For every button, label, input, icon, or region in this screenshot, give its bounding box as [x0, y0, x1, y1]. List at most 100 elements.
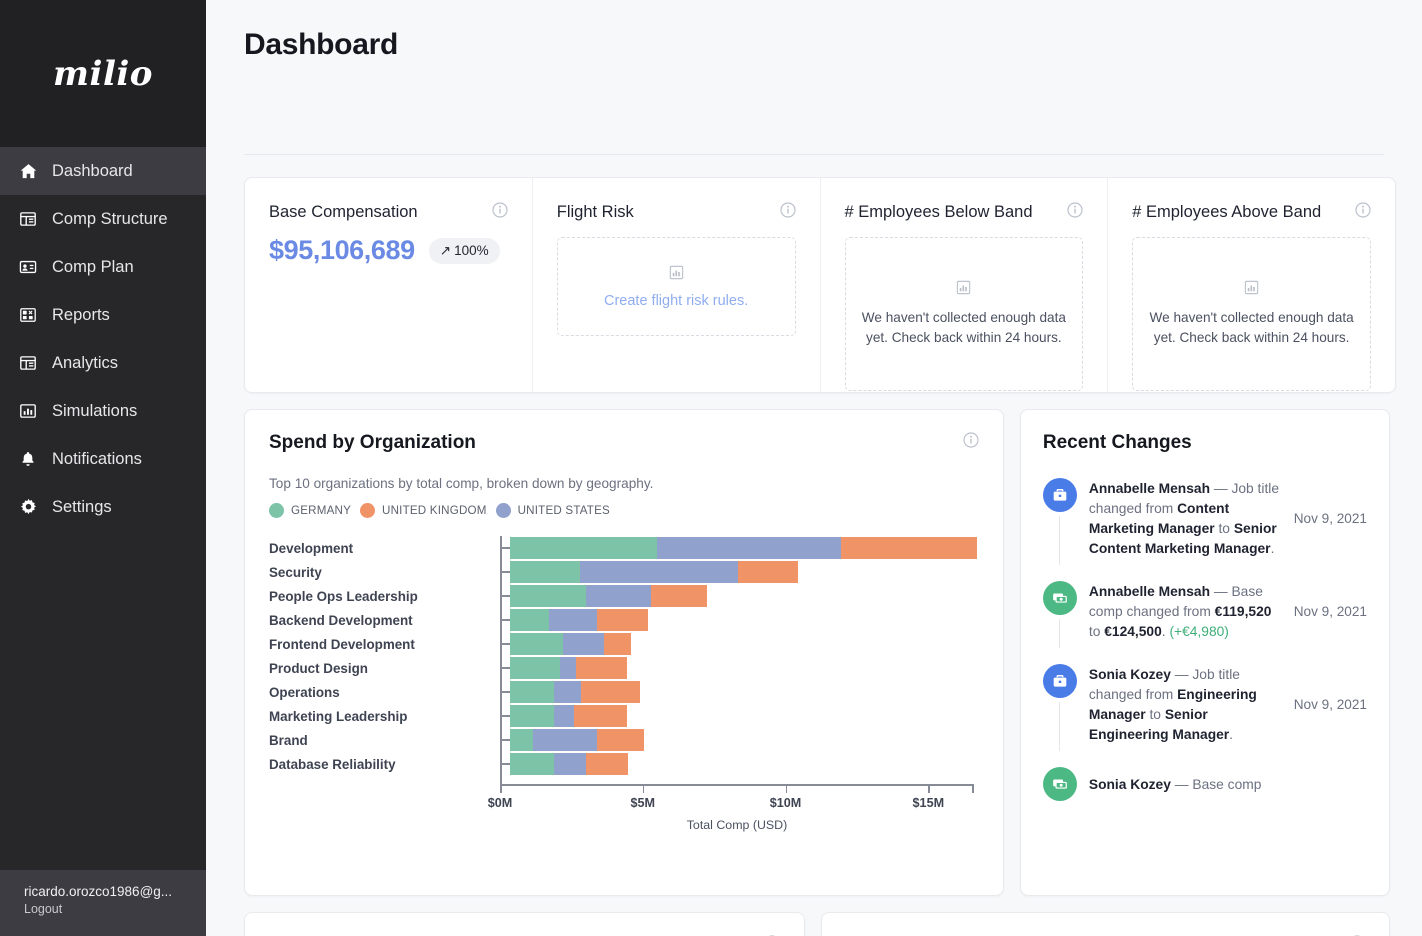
y-axis-tick — [501, 691, 510, 693]
sidebar-item-dashboard[interactable]: Dashboard — [0, 147, 206, 195]
recent-change-item[interactable]: Sonia Kozey — Base comp — [1042, 767, 1367, 823]
sidebar-item-label: Comp Structure — [52, 209, 168, 228]
bar-segment-united-states[interactable] — [548, 609, 598, 631]
legend-item-germany[interactable]: GERMANY — [269, 503, 351, 518]
chart-y-axis-line — [500, 536, 502, 784]
chart-bar-row[interactable]: Brand — [269, 728, 989, 752]
bar-segment-united-states[interactable] — [657, 537, 842, 559]
chart-bar — [510, 753, 989, 775]
kpi-card-flight-risk: Flight Risk Create flight risk rules. — [533, 178, 821, 392]
sidebar-item-analytics[interactable]: Analytics — [0, 339, 206, 387]
chart-bar-row[interactable]: Security — [269, 560, 989, 584]
sidebar-item-label: Settings — [52, 497, 112, 516]
y-axis-tick — [501, 619, 510, 621]
recent-change-text: Sonia Kozey — Base comp — [1089, 774, 1357, 795]
legend-color-swatch — [269, 503, 284, 518]
x-axis-tick — [642, 785, 645, 793]
bar-segment-germany[interactable] — [510, 561, 580, 583]
recent-change-icon-col — [1042, 478, 1077, 565]
bar-segment-germany[interactable] — [510, 609, 549, 631]
chart-bar-row[interactable]: Operations — [269, 680, 989, 704]
info-icon[interactable] — [779, 202, 796, 223]
info-icon[interactable] — [492, 202, 508, 223]
bar-segment-germany[interactable] — [510, 681, 555, 703]
bar-segment-united-states[interactable] — [562, 633, 605, 655]
bar-segment-united-states[interactable] — [554, 753, 586, 775]
bar-segment-united-states[interactable] — [559, 657, 576, 679]
main-content: Dashboard Base Compensation $95,106,689 ↗ 1… — [206, 0, 1422, 936]
kpi-delta-value: 100% — [454, 243, 489, 258]
recent-change-text: Annabelle Mensah — Base comp changed fro… — [1089, 581, 1284, 642]
kpi-title: Flight Risk — [556, 203, 634, 221]
bar-segment-united-kingdom[interactable] — [604, 633, 632, 655]
logout-link[interactable]: Logout — [24, 901, 188, 918]
recent-change-person: Sonia Kozey — [1088, 776, 1171, 792]
reports-grid-icon — [18, 305, 38, 325]
bar-segment-germany[interactable] — [510, 537, 658, 559]
sidebar-item-reports[interactable]: Reports — [0, 291, 206, 339]
bar-segment-united-states[interactable] — [554, 705, 575, 727]
kpi-value-row: $95,106,689 ↗ 100% — [269, 235, 508, 266]
sidebar-item-comp-plan[interactable]: Comp Plan — [0, 243, 206, 291]
chart-bar — [510, 609, 989, 631]
chart-bar-row[interactable]: Product Design — [269, 656, 989, 680]
create-flight-risk-rules-link[interactable]: Create flight risk rules. — [604, 293, 748, 309]
bar-segment-united-states[interactable] — [585, 585, 652, 607]
bar-segment-united-states[interactable] — [554, 681, 582, 703]
spend-bar-chart: Development Security People Ops Leadership… — [269, 536, 979, 836]
legend-item-united-kingdom[interactable]: UNITED KINGDOM — [360, 503, 487, 518]
bar-segment-united-kingdom[interactable] — [597, 729, 645, 751]
app-logo[interactable]: milio — [53, 54, 153, 94]
bar-segment-united-kingdom[interactable] — [574, 705, 628, 727]
info-icon[interactable] — [1067, 202, 1083, 223]
bar-segment-germany[interactable] — [510, 657, 560, 679]
sidebar-item-settings[interactable]: Settings — [0, 483, 206, 531]
recent-change-dash: — — [1170, 776, 1193, 792]
chart-category-label: Marketing Leadership — [269, 708, 408, 724]
info-icon[interactable] — [1355, 202, 1371, 223]
recent-change-icon-col — [1042, 581, 1077, 648]
chart-bar-row[interactable]: Marketing Leadership — [269, 704, 989, 728]
chart-bar-row[interactable]: Development — [269, 536, 989, 560]
recent-change-item[interactable]: Annabelle Mensah — Base comp changed fro… — [1042, 581, 1367, 664]
bar-segment-germany[interactable] — [510, 585, 586, 607]
bar-segment-germany[interactable] — [510, 705, 555, 727]
app-root: milio Dashboard Comp Structure Comp Plan Re… — [0, 0, 1422, 936]
bar-segment-united-kingdom[interactable] — [575, 657, 628, 679]
spend-card-title: Spend by Organization — [269, 432, 476, 453]
x-axis-tick-labels: $0M $5M $10M $15M — [488, 796, 974, 814]
chart-category-label: Brand — [269, 732, 308, 748]
bar-segment-germany[interactable] — [510, 633, 563, 655]
kpi-empty-message: We haven't collected enough data yet. Ch… — [1149, 310, 1354, 345]
bar-segment-united-kingdom[interactable] — [585, 753, 629, 775]
bar-chart-icon — [18, 401, 38, 421]
bar-segment-united-kingdom[interactable] — [597, 609, 649, 631]
bar-segment-united-kingdom[interactable] — [738, 561, 799, 583]
recent-change-item[interactable]: Sonia Kozey — Job title changed from Eng… — [1042, 664, 1367, 767]
spend-card-header: Spend by Organization — [269, 432, 979, 454]
info-icon[interactable] — [963, 432, 979, 453]
chart-bar-row[interactable]: Frontend Development — [269, 632, 989, 656]
sidebar-item-simulations[interactable]: Simulations — [0, 387, 206, 435]
legend-item-united-states[interactable]: UNITED STATES — [495, 503, 610, 518]
bar-segment-united-kingdom[interactable] — [581, 681, 640, 703]
recent-change-item[interactable]: Annabelle Mensah — Job title changed fro… — [1042, 478, 1367, 581]
bar-segment-united-states[interactable] — [532, 729, 598, 751]
bar-segment-united-states[interactable] — [579, 561, 739, 583]
chart-category-label: Development — [269, 540, 354, 556]
sidebar-item-notifications[interactable]: Notifications — [0, 435, 206, 483]
bar-segment-united-kingdom[interactable] — [841, 537, 977, 559]
chart-bar-row[interactable]: Database Reliability — [269, 752, 989, 776]
kpi-delta-badge: ↗ 100% — [428, 237, 500, 264]
bar-segment-germany[interactable] — [510, 753, 555, 775]
bar-segment-united-kingdom[interactable] — [651, 585, 707, 607]
sidebar-item-comp-structure[interactable]: Comp Structure — [0, 195, 206, 243]
chart-rows: Development Security People Ops Leadership… — [269, 536, 989, 776]
bar-segment-germany[interactable] — [510, 729, 533, 751]
kpi-header: # Employees Above Band — [1132, 202, 1371, 223]
y-axis-tick — [501, 715, 510, 717]
chart-bar-row[interactable]: Backend Development — [269, 608, 989, 632]
chart-bar-row[interactable]: People Ops Leadership — [269, 584, 989, 608]
legend-color-swatch — [360, 503, 376, 518]
spend-by-organization-card: Spend by Organization Top 10 organizatio… — [244, 409, 1004, 896]
